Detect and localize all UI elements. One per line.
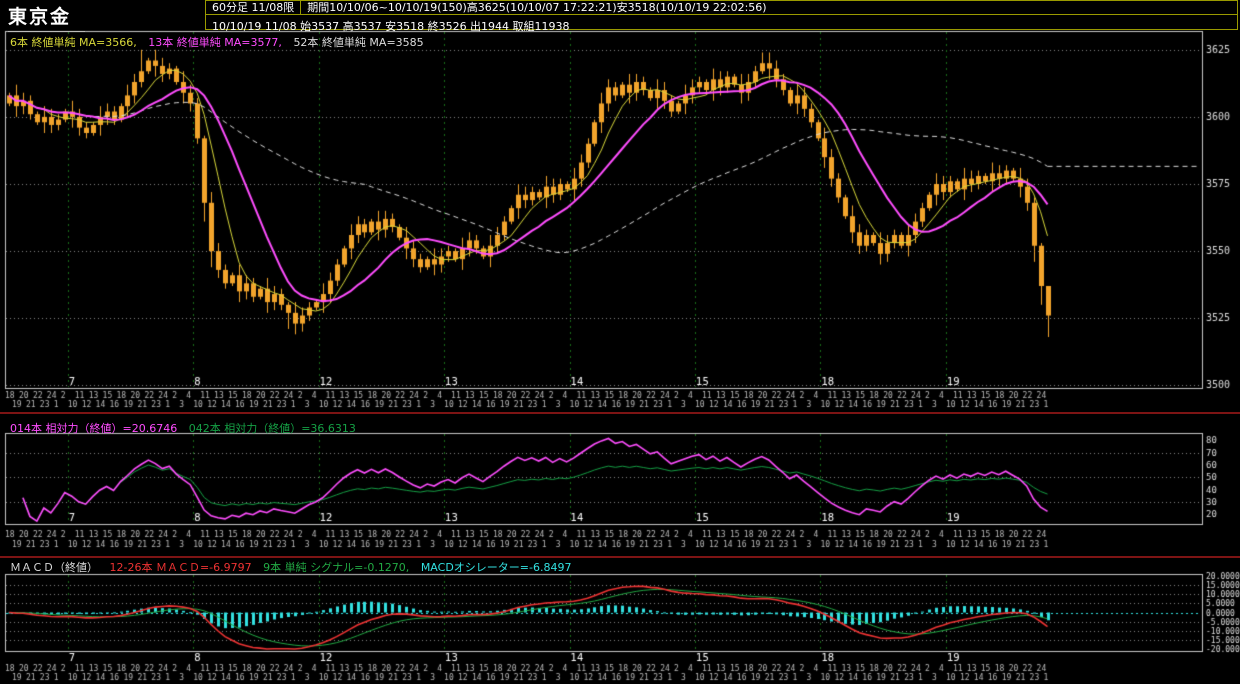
period-label: 期間10/10/06~10/10/19(150)高3625(10/10/07 1… bbox=[307, 1, 767, 14]
rsi-legend: 014本 相対力（終値）=20.6746 042本 相対力（終値）=36.631… bbox=[10, 420, 364, 436]
legend-macd-value: 12-26本 ＭＡＣＤ=-6.9797 bbox=[109, 561, 252, 574]
panel-separator-2 bbox=[0, 556, 1240, 558]
timeframe-label: 60分足 11/08限 bbox=[206, 1, 302, 14]
quote-line: 10/10/19 11/08 始3537 高3537 安3518 終3526 出… bbox=[212, 20, 570, 33]
macd-legend: ＭＡＣＤ（終値） 12-26本 ＭＡＣＤ=-6.9797 9本 単純 シグナル=… bbox=[10, 559, 579, 575]
main-chart-legend: 6本 終値単純 MA=3566, 13本 終値単純 MA=3577, 52本 終… bbox=[10, 34, 432, 50]
terminal-screen: 東京金 60分足 11/08限 期間10/10/06~10/10/19(150)… bbox=[0, 0, 1240, 684]
legend-macd-osc: MACDオシレーター=-6.8497 bbox=[420, 561, 572, 574]
legend-ma13: 13本 終値単純 MA=3577, bbox=[148, 36, 282, 49]
legend-macd-title: ＭＡＣＤ（終値） bbox=[10, 561, 98, 574]
header-row-2: 10/10/19 11/08 始3537 高3537 安3518 終3526 出… bbox=[206, 15, 1237, 34]
legend-ma6: 6本 終値単純 MA=3566, bbox=[10, 36, 137, 49]
header-row-1: 60分足 11/08限 期間10/10/06~10/10/19(150)高362… bbox=[206, 1, 1237, 15]
chart-canvas[interactable] bbox=[0, 0, 1240, 684]
legend-ma52: 52本 終値単純 MA=3585 bbox=[293, 36, 424, 49]
legend-rsi42: 042本 相対力（終値）=36.6313 bbox=[188, 422, 356, 435]
panel-separator-1 bbox=[0, 412, 1240, 414]
legend-rsi14: 014本 相対力（終値）=20.6746 bbox=[10, 422, 178, 435]
contract-info-box: 60分足 11/08限 期間10/10/06~10/10/19(150)高362… bbox=[205, 0, 1238, 33]
header: 東京金 60分足 11/08限 期間10/10/06~10/10/19(150)… bbox=[0, 0, 1240, 33]
app-title: 東京金 bbox=[8, 2, 86, 32]
legend-macd-signal: 9本 単純 シグナル=-0.1270, bbox=[263, 561, 410, 574]
